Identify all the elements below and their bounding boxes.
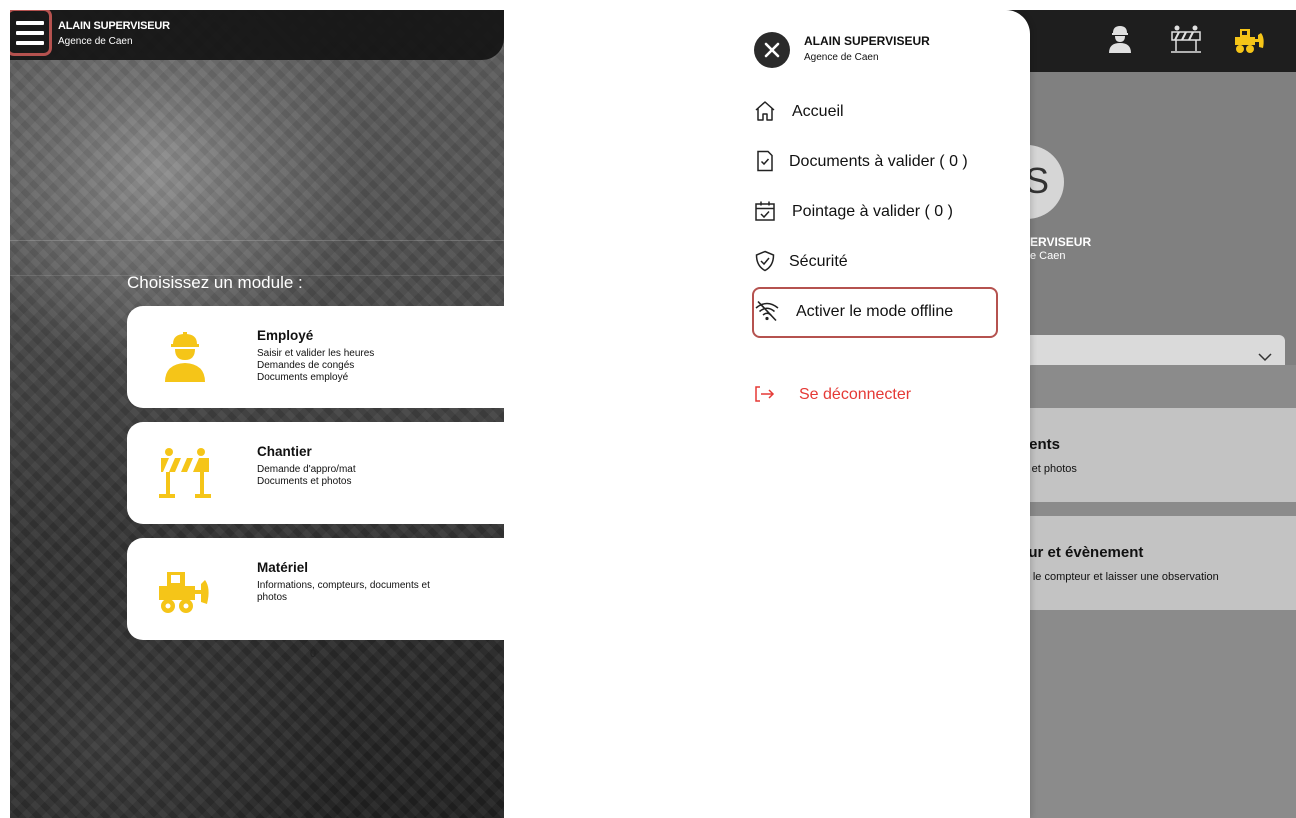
module-title: Chantier — [257, 444, 312, 459]
footer-value: 0 — [310, 648, 317, 660]
side-drawer: ALAIN SUPERVISEUR Agence de Caen Accueil… — [740, 10, 1030, 818]
worker-icon[interactable] — [1104, 24, 1136, 54]
menu-item-documents[interactable]: Documents à valider ( 0 ) — [754, 146, 994, 176]
menu-item-accueil[interactable]: Accueil — [754, 96, 904, 126]
module-card-employe[interactable]: Employé Saisir et valider les heures Dem… — [127, 306, 504, 408]
module-line: Demandes de congés — [257, 360, 355, 371]
card-line: er le compteur et laisser une observatio… — [1020, 571, 1219, 583]
bulldozer-icon — [159, 572, 209, 613]
menu-item-pointage[interactable]: Pointage à valider ( 0 ) — [754, 196, 994, 226]
module-line: Demande d'appro/mat — [257, 464, 356, 475]
menu-item-label: Pointage à valider ( 0 ) — [792, 203, 953, 220]
app-top-bar — [1000, 10, 1296, 72]
header-user-name: ALAIN SUPERVISEUR — [58, 20, 170, 32]
module-line: Informations, compteurs, documents et — [257, 580, 430, 591]
module-card-chantier[interactable]: Chantier Demande d'appro/mat Documents e… — [127, 422, 504, 524]
menu-item-label: Documents à valider ( 0 ) — [789, 153, 968, 170]
app-header: ALAIN SUPERVISEUR Agence de Caen — [10, 10, 504, 60]
module-line: photos — [257, 592, 288, 603]
background-fence-line — [10, 240, 504, 241]
module-line: Documents employé — [257, 372, 349, 383]
background-user-name: ERVISEUR — [1030, 235, 1092, 249]
worker-icon — [165, 332, 205, 382]
document-check-icon — [757, 150, 773, 172]
calendar-check-icon — [755, 201, 775, 221]
module-title: Employé — [257, 328, 314, 343]
background-photo — [10, 10, 504, 818]
header-user-agency: Agence de Caen — [58, 36, 133, 47]
choose-module-title: Choisissez un module : — [127, 273, 303, 292]
logout-icon — [755, 386, 775, 402]
drawer-user-agency: Agence de Caen — [804, 52, 879, 63]
bulldozer-icon[interactable] — [1234, 24, 1266, 54]
logout-button[interactable]: Se déconnecter — [754, 379, 954, 409]
menu-button-highlight — [10, 10, 52, 56]
background-user-agency: e Caen — [1030, 250, 1066, 262]
module-title: Matériel — [257, 560, 309, 575]
close-button[interactable] — [754, 32, 790, 68]
menu-item-securite[interactable]: Sécurité — [754, 246, 904, 276]
shield-check-icon — [755, 250, 775, 272]
menu-item-label: Sécurité — [789, 253, 848, 270]
right-phone-screen: S ERVISEUR e Caen nents ts et photos eur… — [740, 10, 1296, 818]
left-phone-screen: ALAIN SUPERVISEUR Agence de Caen Choisis… — [10, 10, 504, 818]
module-line: Documents et photos — [257, 476, 352, 487]
chevron-down-icon — [1258, 353, 1272, 362]
barrier-icon — [159, 448, 211, 498]
card-title: eur et évènement — [1020, 544, 1144, 561]
menu-item-label: Accueil — [792, 103, 844, 120]
drawer-user-name: ALAIN SUPERVISEUR — [804, 34, 930, 48]
background-card-compteur[interactable]: eur et évènement er le compteur et laiss… — [1010, 516, 1296, 610]
close-icon — [764, 42, 780, 58]
barrier-icon[interactable] — [1170, 24, 1202, 54]
logout-label: Se déconnecter — [799, 386, 912, 403]
module-line: Saisir et valider les heures — [257, 348, 375, 359]
home-icon — [755, 101, 775, 121]
offline-mode-highlight — [752, 287, 998, 338]
module-card-materiel[interactable]: Matériel Informations, compteurs, docume… — [127, 538, 504, 640]
background-card-documents[interactable]: nents ts et photos — [1010, 408, 1296, 502]
